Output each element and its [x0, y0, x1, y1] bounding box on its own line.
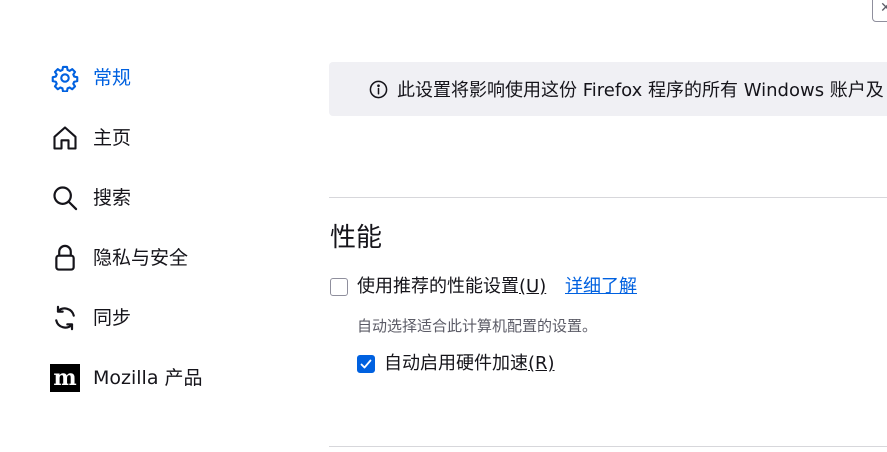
sidebar-item-label: 主页 — [93, 127, 132, 149]
gear-icon — [50, 63, 80, 93]
recommended-performance-label[interactable]: 使用推荐的性能设置(U) — [357, 275, 546, 299]
performance-description: 自动选择适合此计算机配置的设置。 — [357, 317, 598, 335]
sidebar-item-label: 隐私与安全 — [93, 247, 189, 269]
mozilla-icon: m — [50, 363, 80, 393]
sidebar-item-label: 常规 — [93, 67, 132, 89]
close-icon: ✕ — [880, 0, 887, 16]
recommended-performance-checkbox[interactable] — [330, 278, 348, 296]
sidebar-item-general[interactable]: 常规 — [50, 60, 131, 96]
search-icon — [50, 183, 80, 213]
sidebar-item-sync[interactable]: 同步 — [50, 300, 131, 336]
close-button[interactable]: ✕ — [872, 0, 887, 22]
sidebar-item-mozilla[interactable]: m Mozilla 产品 — [50, 360, 203, 396]
sidebar-item-search[interactable]: 搜索 — [50, 180, 131, 216]
svg-text:m: m — [53, 365, 76, 391]
preferences-page: ✕ 常规 主页 搜索 隐私与安全 同步 m Mozilla 产品 此设置将影响使… — [0, 0, 887, 452]
performance-heading: 性能 — [330, 223, 383, 253]
sidebar-item-label: Mozilla 产品 — [93, 367, 203, 389]
sidebar-item-privacy[interactable]: 隐私与安全 — [50, 240, 188, 276]
sidebar-item-home[interactable]: 主页 — [50, 120, 131, 156]
home-icon — [50, 123, 80, 153]
sync-icon — [50, 303, 80, 333]
info-banner: 此设置将影响使用这份 Firefox 程序的所有 Windows 账户及 — [329, 62, 887, 116]
banner-text: 此设置将影响使用这份 Firefox 程序的所有 Windows 账户及 — [397, 80, 884, 101]
info-icon — [368, 79, 388, 99]
hardware-acceleration-checkbox[interactable] — [357, 355, 375, 373]
checkmark-icon — [360, 359, 372, 369]
section-divider — [329, 197, 887, 198]
sidebar: 常规 主页 搜索 隐私与安全 同步 m Mozilla 产品 — [0, 0, 300, 452]
hardware-acceleration-label[interactable]: 自动启用硬件加速(R) — [384, 352, 555, 376]
sidebar-item-label: 同步 — [93, 307, 132, 329]
lock-icon — [50, 243, 80, 273]
learn-more-link[interactable]: 详细了解 — [565, 275, 637, 299]
section-divider — [329, 446, 887, 447]
sidebar-item-label: 搜索 — [93, 187, 132, 209]
